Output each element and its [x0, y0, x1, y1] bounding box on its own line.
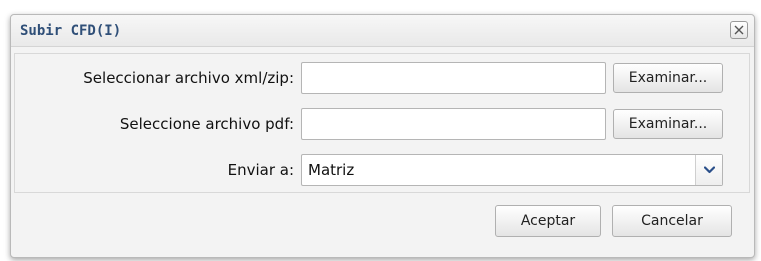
send-to-value: Matriz — [308, 161, 355, 179]
xml-file-input[interactable] — [301, 62, 606, 94]
close-button[interactable] — [730, 21, 748, 39]
close-icon — [734, 25, 744, 35]
dialog-title: Subir CFD(I) — [20, 23, 122, 39]
send-to-select[interactable]: Matriz — [301, 154, 723, 186]
pdf-file-input[interactable] — [301, 108, 606, 140]
upload-dialog: Subir CFD(I) Seleccionar archivo xml/zip… — [10, 14, 755, 258]
cancel-button[interactable]: Cancelar — [612, 205, 732, 237]
send-to-dropdown-button[interactable] — [695, 155, 722, 185]
send-to-label: Enviar a: — [227, 161, 294, 179]
xml-file-label: Seleccionar archivo xml/zip: — [83, 69, 294, 87]
accept-button[interactable]: Aceptar — [495, 205, 601, 237]
dialog-titlebar[interactable]: Subir CFD(I) — [11, 15, 754, 47]
browse-xml-button[interactable]: Examinar... — [613, 63, 723, 93]
browse-pdf-button[interactable]: Examinar... — [613, 109, 723, 139]
form-panel: Seleccionar archivo xml/zip: Examinar...… — [14, 53, 750, 193]
pdf-file-label: Seleccione archivo pdf: — [119, 115, 294, 133]
chevron-down-icon — [704, 166, 715, 174]
